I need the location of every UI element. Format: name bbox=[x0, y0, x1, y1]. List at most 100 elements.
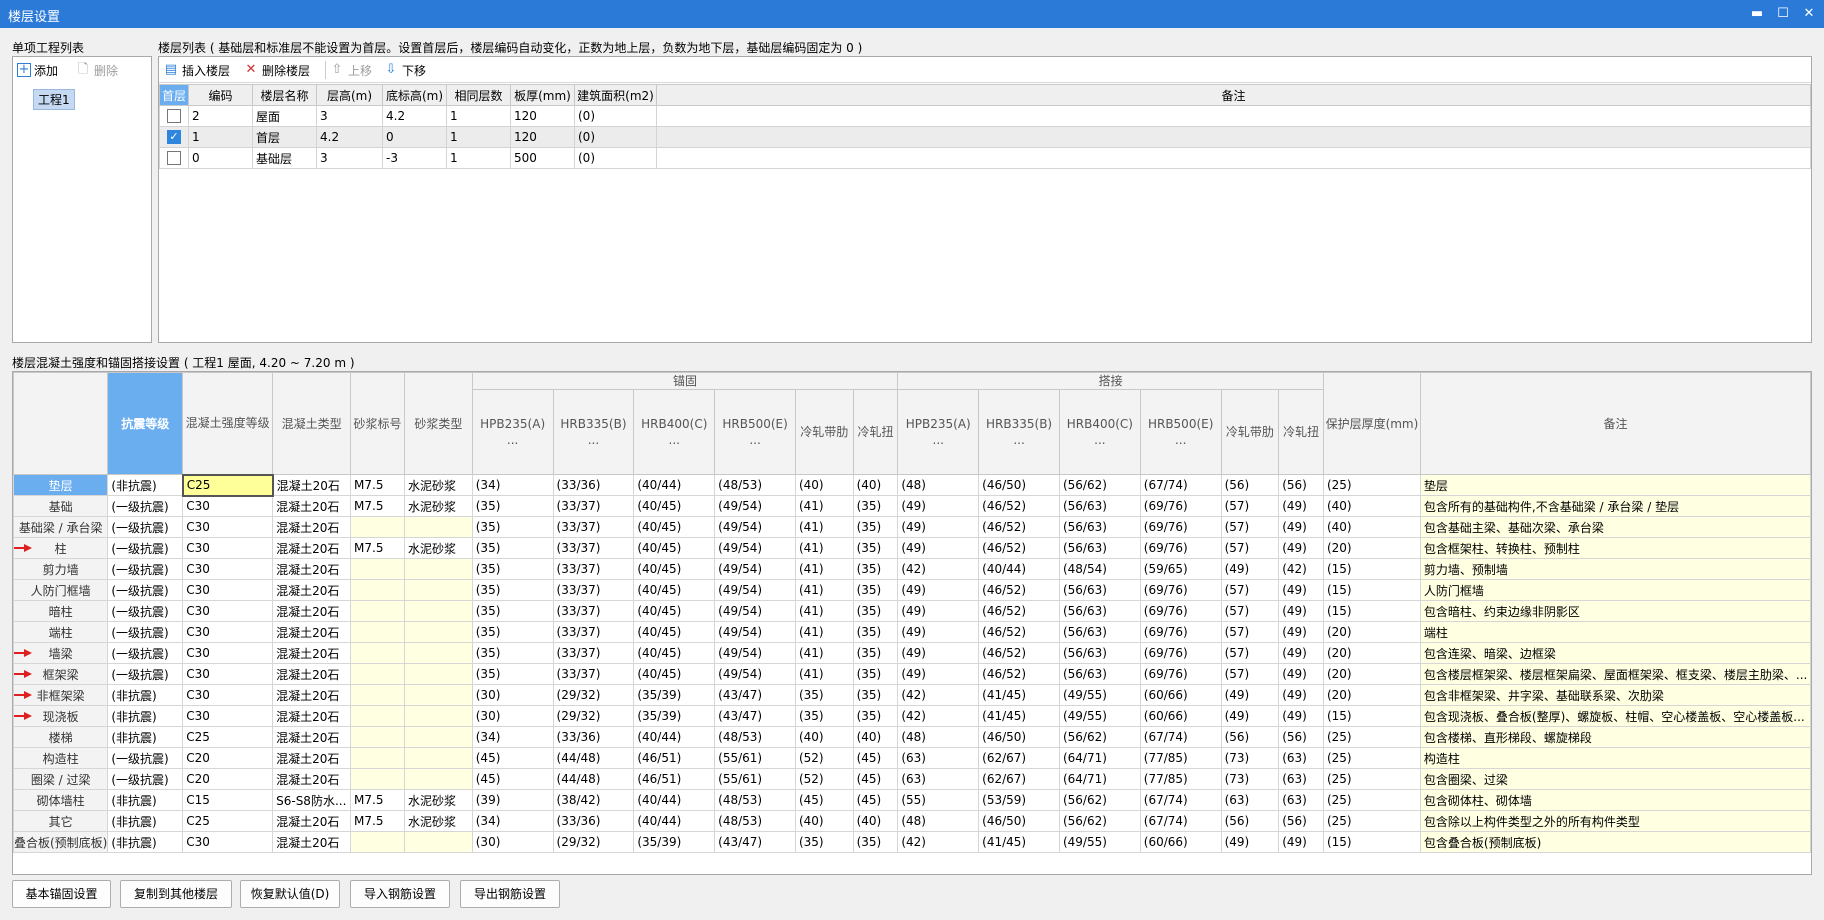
move-down-button[interactable]: ⇩ 下移 bbox=[383, 59, 426, 81]
floor-cell-height[interactable]: 3 bbox=[316, 105, 383, 127]
table-cell[interactable]: (35) bbox=[852, 663, 899, 685]
table-cell[interactable]: (40/45) bbox=[633, 642, 716, 664]
table-cell[interactable]: (48/54) bbox=[1058, 558, 1141, 580]
table-cell[interactable]: (69/76) bbox=[1139, 516, 1222, 538]
table-cell[interactable]: (30) bbox=[471, 705, 554, 727]
table-cell[interactable]: (40) bbox=[1322, 516, 1421, 538]
first-floor-checkbox[interactable] bbox=[167, 109, 181, 124]
table-cell[interactable]: (41) bbox=[794, 621, 854, 643]
table-cell[interactable]: (39) bbox=[471, 789, 554, 811]
table-cell[interactable] bbox=[403, 747, 473, 769]
table-cell[interactable]: C30 bbox=[182, 705, 274, 727]
table-cell[interactable]: (63) bbox=[1278, 747, 1324, 769]
table-cell[interactable]: (62/67) bbox=[978, 768, 1060, 790]
floor-cell-note[interactable] bbox=[656, 126, 1811, 148]
table-cell[interactable]: (49) bbox=[897, 495, 980, 517]
table-cell[interactable]: C20 bbox=[182, 747, 274, 769]
table-cell[interactable]: (34) bbox=[471, 810, 554, 832]
table-cell[interactable]: (69/76) bbox=[1139, 537, 1222, 559]
table-cell[interactable]: M7.5 bbox=[350, 474, 405, 496]
table-cell[interactable]: (49) bbox=[1220, 831, 1280, 853]
row-header[interactable]: 砌体墙柱 bbox=[13, 789, 109, 811]
table-cell[interactable]: (35) bbox=[852, 621, 899, 643]
table-cell[interactable]: (44/48) bbox=[552, 768, 635, 790]
table-cell[interactable]: 包含砌体柱、砌体墙 bbox=[1419, 789, 1811, 811]
table-cell[interactable]: (一级抗震) bbox=[107, 516, 184, 538]
table-cell[interactable]: (49/54) bbox=[714, 558, 796, 580]
table-cell[interactable] bbox=[350, 642, 405, 664]
table-cell[interactable]: (56/63) bbox=[1058, 579, 1141, 601]
close-button[interactable]: ✕ bbox=[1796, 3, 1822, 25]
table-cell[interactable]: (46/50) bbox=[978, 810, 1060, 832]
table-row[interactable]: 现浇板 (非抗震) C30 混凝土20石 (30) (29/32) (35/39) (43/4… bbox=[13, 705, 1811, 727]
table-cell[interactable]: (35) bbox=[794, 684, 854, 706]
table-cell[interactable]: 端柱 bbox=[1419, 621, 1811, 643]
table-cell[interactable]: (49) bbox=[897, 579, 980, 601]
row-header[interactable]: 墙梁 bbox=[13, 642, 109, 664]
table-cell[interactable]: 水泥砂浆 bbox=[403, 537, 473, 559]
table-cell[interactable] bbox=[403, 516, 473, 538]
floor-cell-same[interactable]: 1 bbox=[446, 105, 511, 127]
col-rebar-6[interactable]: HRB335(B) ... bbox=[552, 389, 635, 475]
table-cell[interactable]: (49) bbox=[1278, 684, 1324, 706]
table-cell[interactable]: (49) bbox=[1278, 831, 1324, 853]
table-cell[interactable]: (33/37) bbox=[552, 516, 635, 538]
table-cell[interactable]: (25) bbox=[1322, 789, 1421, 811]
table-cell[interactable] bbox=[350, 831, 405, 853]
table-cell[interactable]: 混凝土20石 bbox=[272, 621, 352, 643]
table-cell[interactable]: (20) bbox=[1322, 663, 1421, 685]
table-cell[interactable]: C30 bbox=[182, 642, 274, 664]
table-cell[interactable] bbox=[403, 726, 473, 748]
row-header[interactable]: 垫层 bbox=[13, 474, 109, 496]
table-cell[interactable]: C30 bbox=[182, 684, 274, 706]
table-cell[interactable] bbox=[403, 600, 473, 622]
table-row[interactable]: 框架梁 (一级抗震) C30 混凝土20石 (35) (33/37) (40/45) (49/… bbox=[13, 663, 1811, 685]
table-row[interactable]: 非框架梁 (非抗震) C30 混凝土20石 (30) (29/32) (35/39) (43/… bbox=[13, 684, 1811, 706]
table-cell[interactable]: (57) bbox=[1220, 537, 1280, 559]
row-header[interactable]: 楼梯 bbox=[13, 726, 109, 748]
table-cell[interactable]: (33/37) bbox=[552, 537, 635, 559]
table-cell[interactable]: (20) bbox=[1322, 684, 1421, 706]
table-cell[interactable]: (35) bbox=[471, 558, 554, 580]
table-cell[interactable]: (40) bbox=[852, 810, 899, 832]
row-header[interactable]: 圈梁 / 过梁 bbox=[13, 768, 109, 790]
table-cell[interactable]: (20) bbox=[1322, 642, 1421, 664]
table-cell[interactable]: (48) bbox=[897, 810, 980, 832]
bottom-button-3[interactable]: 导入钢筋设置 bbox=[350, 880, 450, 908]
table-cell[interactable]: (非抗震) bbox=[107, 789, 184, 811]
table-cell[interactable]: (30) bbox=[471, 684, 554, 706]
table-row[interactable]: 剪力墙 (一级抗震) C30 混凝土20石 (35) (33/37) (40/45) (49/… bbox=[13, 558, 1811, 580]
table-cell[interactable]: (35) bbox=[852, 705, 899, 727]
table-cell[interactable]: (45) bbox=[852, 789, 899, 811]
table-cell[interactable]: (57) bbox=[1220, 600, 1280, 622]
table-cell[interactable]: (一级抗震) bbox=[107, 558, 184, 580]
table-cell[interactable]: 包含框架柱、转换柱、预制柱 bbox=[1419, 537, 1811, 559]
table-row[interactable]: 人防门框墙 (一级抗震) C30 混凝土20石 (35) (33/37) (40/45) (4… bbox=[13, 579, 1811, 601]
table-cell[interactable]: (40) bbox=[852, 474, 899, 496]
table-cell[interactable]: (64/71) bbox=[1058, 747, 1141, 769]
table-cell[interactable] bbox=[350, 621, 405, 643]
table-cell[interactable]: (60/66) bbox=[1139, 684, 1222, 706]
table-cell[interactable]: (57) bbox=[1220, 516, 1280, 538]
table-cell[interactable]: (34) bbox=[471, 474, 554, 496]
table-cell[interactable]: (25) bbox=[1322, 726, 1421, 748]
delete-project-button[interactable]: 🗋 删除 bbox=[75, 59, 118, 81]
table-cell[interactable]: (29/32) bbox=[552, 831, 635, 853]
table-cell[interactable]: (40/45) bbox=[633, 558, 716, 580]
table-cell[interactable]: 混凝土20石 bbox=[272, 474, 352, 496]
table-cell[interactable]: (55/61) bbox=[714, 768, 796, 790]
table-cell[interactable]: (42) bbox=[897, 558, 980, 580]
table-cell[interactable] bbox=[403, 642, 473, 664]
add-project-button[interactable]: + 添加 bbox=[17, 59, 58, 81]
bottom-button-2[interactable]: 恢复默认值(D) bbox=[240, 880, 340, 908]
table-cell[interactable]: (42) bbox=[1278, 558, 1324, 580]
table-cell[interactable]: (35) bbox=[852, 495, 899, 517]
table-cell[interactable]: (41) bbox=[794, 663, 854, 685]
table-cell[interactable]: (40) bbox=[794, 810, 854, 832]
table-cell[interactable]: (35) bbox=[794, 831, 854, 853]
table-cell[interactable]: (35) bbox=[852, 579, 899, 601]
table-cell[interactable]: (15) bbox=[1322, 579, 1421, 601]
insert-floor-button[interactable]: ▤ 插入楼层 bbox=[163, 59, 230, 81]
table-cell[interactable] bbox=[350, 768, 405, 790]
table-cell[interactable]: (41) bbox=[794, 516, 854, 538]
